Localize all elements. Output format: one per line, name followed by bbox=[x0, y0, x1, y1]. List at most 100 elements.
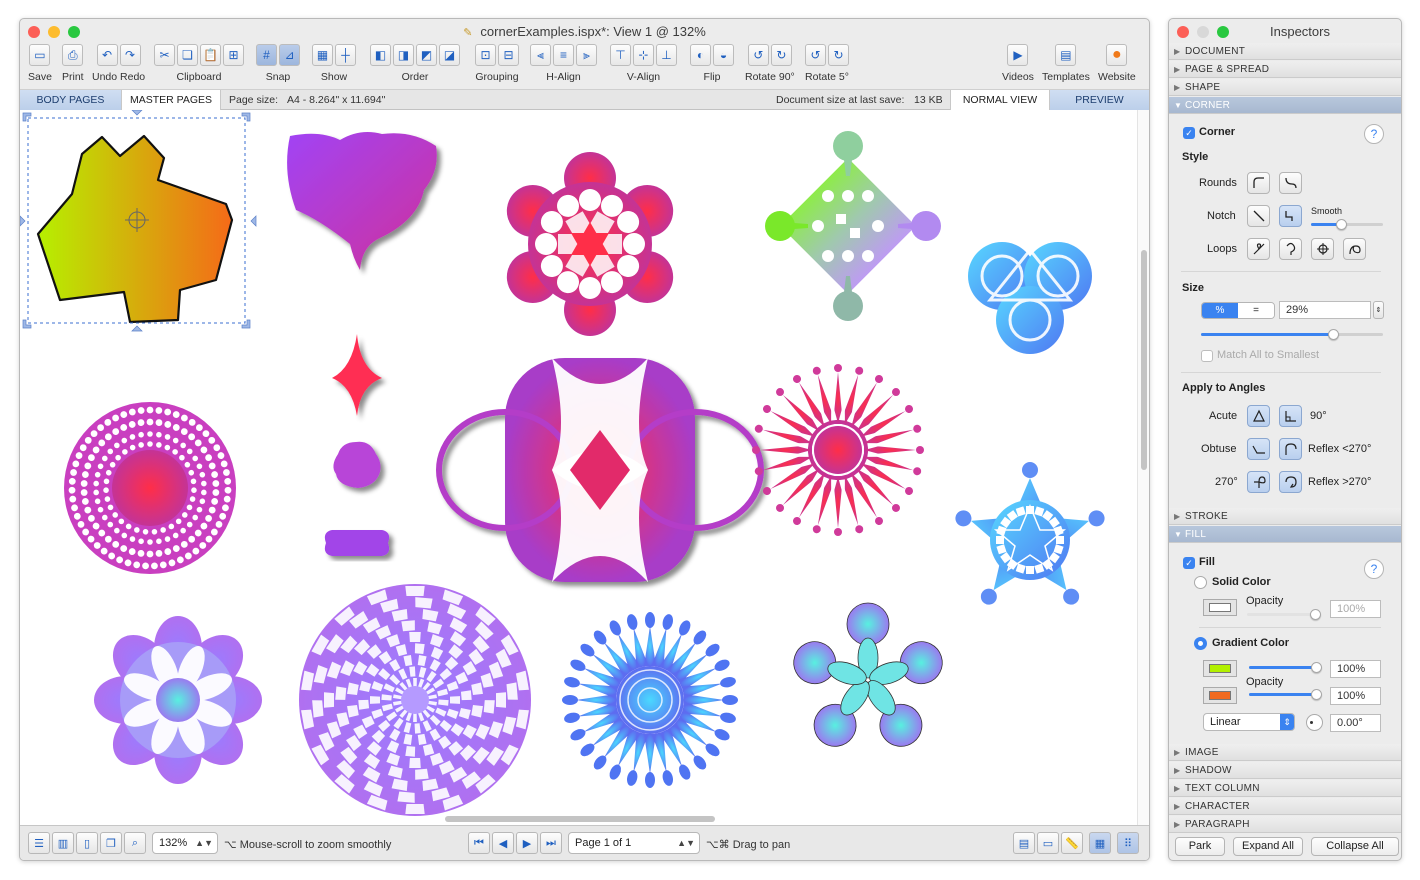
acute-angle-icon[interactable] bbox=[1247, 405, 1270, 427]
section-paragraph[interactable]: ▶ PARAGRAPH bbox=[1169, 816, 1401, 833]
print-icon[interactable]: ⎙ bbox=[62, 44, 84, 66]
solid-color-radio[interactable] bbox=[1194, 576, 1207, 589]
size-field[interactable]: 29% bbox=[1279, 301, 1371, 319]
vertical-scrollbar[interactable] bbox=[1137, 110, 1149, 825]
guides-icon[interactable]: ┼ bbox=[335, 44, 356, 66]
gradient-opacity-2-slider[interactable] bbox=[1249, 689, 1322, 700]
master-pages-tab[interactable]: MASTER PAGES bbox=[121, 90, 221, 110]
rotate-ccw-90-icon[interactable]: ↺ bbox=[747, 44, 769, 66]
reflex-gt-icon[interactable] bbox=[1279, 471, 1302, 493]
templates-icon[interactable]: ▤ bbox=[1055, 44, 1077, 66]
shape-small-blob[interactable] bbox=[333, 441, 381, 488]
layout-columns-icon[interactable]: ▥ bbox=[52, 832, 74, 854]
view-inspector-icon[interactable]: ▦ bbox=[1089, 832, 1111, 854]
round-inverse-icon[interactable] bbox=[1279, 172, 1302, 194]
zoom-tool-icon[interactable]: ⌕ bbox=[124, 832, 146, 854]
size-percent-button[interactable]: % bbox=[1202, 303, 1238, 318]
align-top-icon[interactable]: ⊤ bbox=[610, 44, 631, 66]
gradient-angle-field[interactable]: 0.00° bbox=[1330, 714, 1381, 732]
gradient-opacity-2-field[interactable]: 100% bbox=[1330, 687, 1381, 705]
forward-icon[interactable]: ◨ bbox=[393, 44, 414, 66]
smooth-slider[interactable] bbox=[1311, 219, 1383, 230]
park-button[interactable]: Park bbox=[1175, 837, 1225, 856]
section-character[interactable]: ▶ CHARACTER bbox=[1169, 798, 1401, 815]
loop-2-icon[interactable] bbox=[1279, 238, 1302, 260]
vertical-scroll-thumb[interactable] bbox=[1141, 250, 1147, 470]
preview-tab[interactable]: PREVIEW bbox=[1050, 90, 1149, 110]
shape-pink-mandala[interactable] bbox=[64, 402, 236, 574]
shape-green-diamond[interactable] bbox=[765, 131, 941, 321]
solid-color-well[interactable] bbox=[1203, 599, 1237, 616]
size-equal-button[interactable]: = bbox=[1238, 303, 1274, 318]
smooth-slider-knob[interactable] bbox=[1336, 219, 1347, 230]
paste-icon[interactable]: 📋 bbox=[200, 44, 221, 66]
undo-icon[interactable]: ↶ bbox=[96, 44, 118, 66]
fill-checkbox[interactable]: ✓ bbox=[1183, 557, 1195, 569]
solid-opacity-field[interactable]: 100% bbox=[1330, 600, 1381, 618]
backward-icon[interactable]: ◩ bbox=[416, 44, 437, 66]
selected-shape[interactable] bbox=[20, 110, 257, 332]
section-page-spread[interactable]: ▶ PAGE & SPREAD bbox=[1169, 61, 1401, 78]
front-icon[interactable]: ◧ bbox=[370, 44, 391, 66]
snap-object-icon[interactable]: ⊿ bbox=[279, 44, 300, 66]
body-pages-tab[interactable]: BODY PAGES bbox=[20, 90, 121, 110]
rotate-cw-5-icon[interactable]: ↻ bbox=[828, 44, 849, 66]
view-bottom-icon[interactable]: ▭ bbox=[1037, 832, 1059, 854]
group-icon[interactable]: ⊡ bbox=[475, 44, 496, 66]
inspector-minimize-button[interactable] bbox=[1197, 26, 1209, 38]
size-stepper[interactable]: ⇕ bbox=[1373, 301, 1384, 319]
shape-purple-pill[interactable] bbox=[324, 530, 390, 556]
flip-v-icon[interactable]: ◒ bbox=[713, 44, 734, 66]
redo-icon[interactable]: ↷ bbox=[119, 44, 141, 66]
cut-icon[interactable]: ✂ bbox=[154, 44, 175, 66]
align-middle-icon[interactable]: ⊹ bbox=[633, 44, 654, 66]
normal-view-tab[interactable]: NORMAL VIEW bbox=[950, 90, 1050, 110]
page-popup[interactable]: Page 1 of 1 ▲▼ bbox=[568, 832, 700, 854]
angle-270-icon[interactable] bbox=[1247, 471, 1270, 493]
pages-icon[interactable]: ❐ bbox=[100, 832, 122, 854]
view-grid-icon[interactable]: ⠿ bbox=[1117, 832, 1139, 854]
align-bottom-icon[interactable]: ⊥ bbox=[656, 44, 677, 66]
size-slider[interactable] bbox=[1201, 329, 1383, 340]
previous-page-icon[interactable]: ◀ bbox=[492, 832, 514, 854]
gradient-color-radio[interactable] bbox=[1194, 637, 1207, 650]
duplicate-icon[interactable]: ⊞ bbox=[223, 44, 244, 66]
section-shadow[interactable]: ▶ SHADOW bbox=[1169, 762, 1401, 779]
view-rulers-icon[interactable]: 📏 bbox=[1061, 832, 1083, 854]
zoom-button[interactable] bbox=[68, 26, 80, 38]
angle-dial[interactable] bbox=[1306, 714, 1323, 731]
next-page-icon[interactable]: ▶ bbox=[516, 832, 538, 854]
save-icon[interactable]: ▭ bbox=[29, 44, 51, 66]
copy-icon[interactable]: ❏ bbox=[177, 44, 198, 66]
gradient-type-popup[interactable]: Linear ⇕ bbox=[1203, 713, 1295, 731]
reflex-lt-icon[interactable] bbox=[1279, 438, 1302, 460]
loop-4-icon[interactable] bbox=[1343, 238, 1366, 260]
view-sidebar-icon[interactable]: ▤ bbox=[1013, 832, 1035, 854]
zoom-popup[interactable]: 132% ▲▼ bbox=[152, 832, 218, 854]
shape-blue-star[interactable] bbox=[953, 462, 1106, 608]
expand-all-button[interactable]: Expand All bbox=[1233, 837, 1303, 856]
loop-3-icon[interactable] bbox=[1311, 238, 1334, 260]
section-stroke[interactable]: ▶ STROKE bbox=[1169, 508, 1401, 525]
gradient-opacity-1-field[interactable]: 100% bbox=[1330, 660, 1381, 678]
gradient-opacity-2-knob[interactable] bbox=[1311, 689, 1322, 700]
website-icon[interactable]: ● bbox=[1106, 44, 1128, 66]
document-canvas[interactable] bbox=[20, 110, 1137, 825]
shape-blue-trefoil[interactable] bbox=[968, 242, 1092, 354]
videos-icon[interactable]: ▶ bbox=[1007, 44, 1029, 66]
align-left-icon[interactable]: ⫷ bbox=[530, 44, 551, 66]
last-page-icon[interactable]: ⏭ bbox=[540, 832, 562, 854]
section-document[interactable]: ▶ DOCUMENT bbox=[1169, 43, 1401, 60]
corner-checkbox[interactable]: ✓ bbox=[1183, 127, 1195, 139]
match-all-checkbox[interactable] bbox=[1201, 350, 1213, 362]
snap-grid-icon[interactable]: # bbox=[256, 44, 277, 66]
minimize-button[interactable] bbox=[48, 26, 60, 38]
rotate-cw-90-icon[interactable]: ↻ bbox=[770, 44, 792, 66]
shape-pink-sunburst[interactable] bbox=[752, 364, 924, 536]
layout-single-icon[interactable]: ☰ bbox=[28, 832, 50, 854]
grid-icon[interactable]: ▦ bbox=[312, 44, 333, 66]
inspector-close-button[interactable] bbox=[1177, 26, 1189, 38]
inspector-zoom-button[interactable] bbox=[1217, 26, 1229, 38]
round-corner-icon[interactable] bbox=[1247, 172, 1270, 194]
size-mode-toggle[interactable]: % = bbox=[1201, 302, 1275, 319]
